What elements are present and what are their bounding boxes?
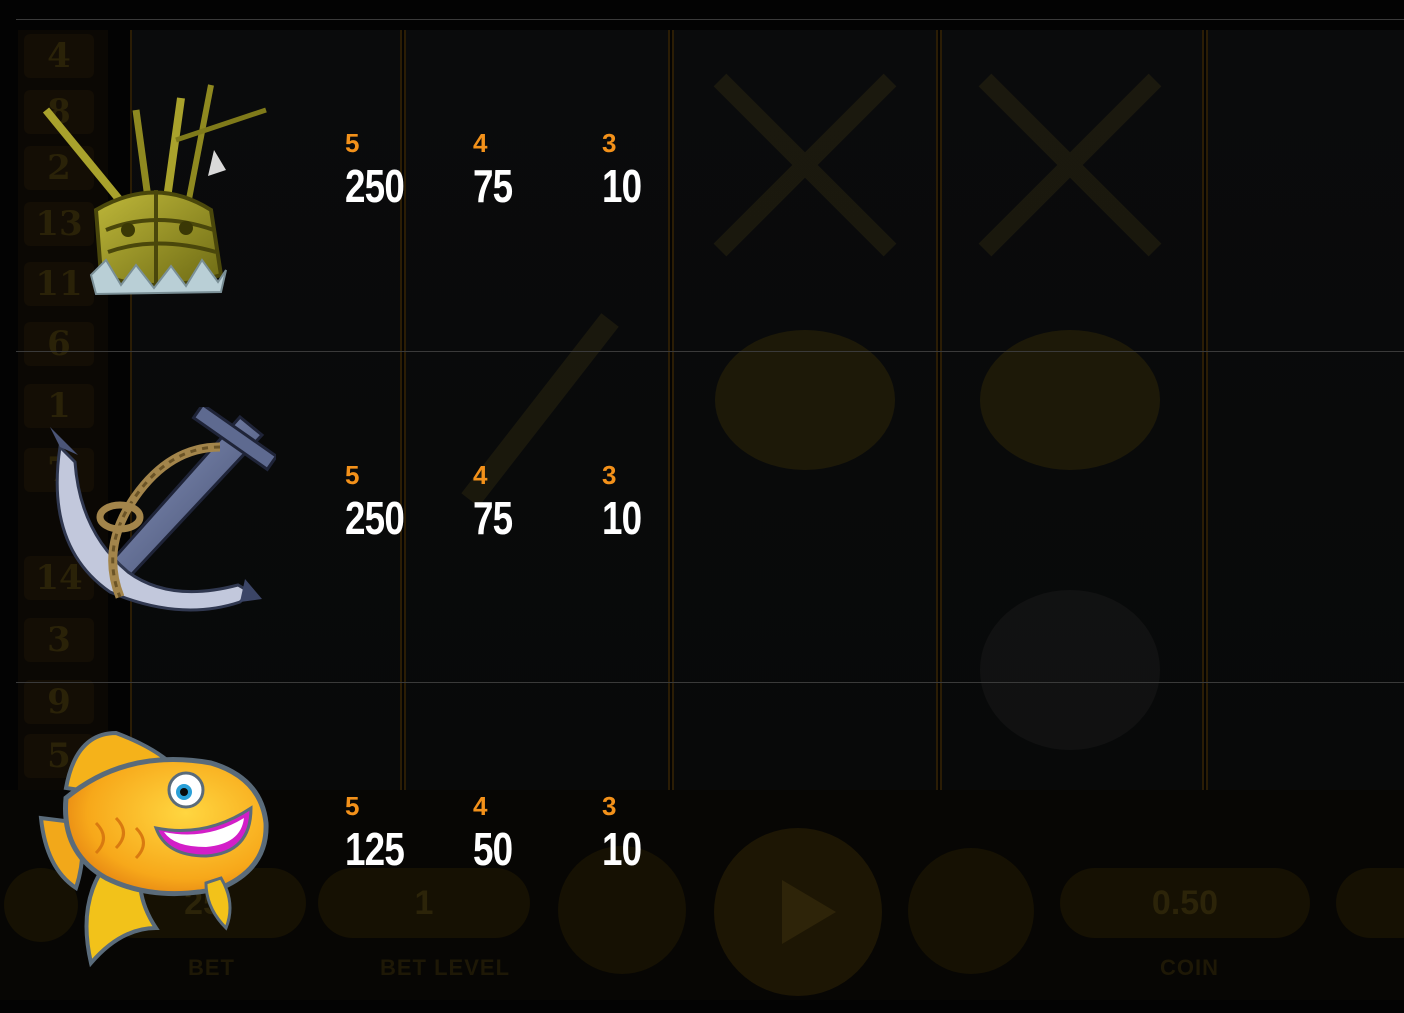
paytable-overlay: 5 250 4 75 3 10 5 250 4 75 3 10 5 125 4 … [0,0,1404,1000]
match-count: 4 [473,460,488,490]
payout-amount: 50 [473,823,513,875]
pay-column: 3 10 [602,128,712,214]
payout-amount: 10 [602,823,642,875]
payout-amount: 75 [473,492,513,544]
anchor-icon [50,407,276,612]
pay-column: 5 125 [345,791,455,877]
pay-column: 4 75 [473,128,583,214]
shipwreck-icon [42,84,267,296]
match-count: 5 [345,128,360,158]
payout-amount: 10 [602,160,642,212]
match-count: 5 [345,791,360,821]
pay-column: 3 10 [602,791,712,877]
paytable-row: 5 250 4 75 3 10 [0,20,1404,350]
pay-column: 4 50 [473,791,583,877]
payout-amount: 75 [473,160,513,212]
paytable-row: 5 250 4 75 3 10 [0,352,1404,682]
goldfish-icon [38,730,269,968]
paytable-row: 5 125 4 50 3 10 [0,683,1404,1013]
match-count: 3 [602,791,617,821]
payout-amount: 125 [345,823,405,875]
match-count: 5 [345,460,360,490]
pay-column: 5 250 [345,460,455,546]
pay-column: 5 250 [345,128,455,214]
payout-amount: 250 [345,492,405,544]
match-count: 4 [473,128,488,158]
pay-column: 4 75 [473,460,583,546]
match-count: 3 [602,460,617,490]
match-count: 4 [473,791,488,821]
match-count: 3 [602,128,617,158]
payout-amount: 10 [602,492,642,544]
payout-amount: 250 [345,160,405,212]
pay-column: 3 10 [602,460,712,546]
